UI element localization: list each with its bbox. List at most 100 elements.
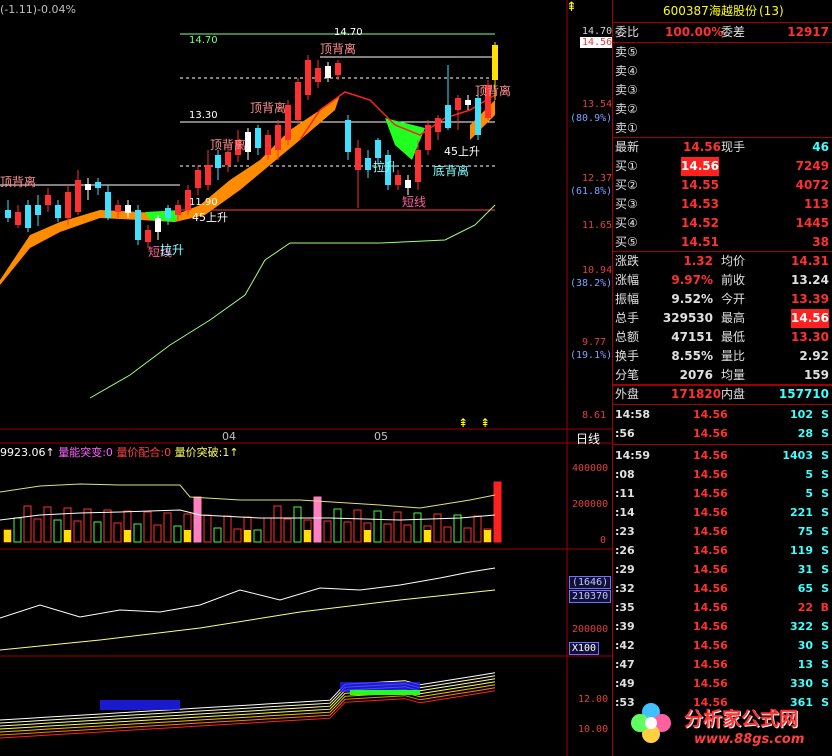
- price-axis-label-current: 14.56: [580, 37, 615, 48]
- sell-level-row[interactable]: 卖③: [613, 81, 832, 100]
- tick-side: S: [821, 658, 829, 671]
- stock-title: 600387 海越股份 (13): [613, 2, 832, 21]
- sell-level-row[interactable]: 卖①: [613, 119, 832, 138]
- candlestick-chart[interactable]: [0, 0, 612, 756]
- tick-volume: 31: [797, 563, 813, 576]
- signal-label: 顶背离: [320, 42, 357, 56]
- candle-body: [492, 45, 498, 80]
- buy-level-row[interactable]: 买④ 14.52 1445: [613, 214, 832, 233]
- tick-volume: 322: [790, 620, 813, 633]
- volume-bar: [23, 505, 32, 543]
- volume-bar-mark: [484, 530, 491, 542]
- tick-row[interactable]: :29 14.56 31 S: [613, 560, 832, 579]
- volume-bar: [473, 515, 482, 543]
- chart-area[interactable]: (-1.11)-0.04% ⇞ 14.70 14.70 13.30 11.90 …: [0, 0, 615, 756]
- volume-bar: [443, 526, 452, 543]
- level-label: 13.30: [189, 110, 218, 121]
- volume-bar-mark: [244, 530, 251, 542]
- tick-side: S: [821, 468, 829, 481]
- candle-body: [75, 180, 81, 212]
- tick-volume: 1403: [782, 449, 813, 462]
- sell-level-row[interactable]: 卖②: [613, 100, 832, 119]
- tick-time: :35: [615, 601, 635, 614]
- price-axis-label: 10.94: [582, 265, 613, 276]
- candle-body: [395, 175, 401, 185]
- tick-time: :11: [615, 487, 635, 500]
- tick-time: :32: [615, 582, 635, 595]
- tick-row[interactable]: :56 14.56 28 S: [613, 424, 832, 443]
- stat-row: 总额 47151 最低 13.30: [613, 328, 832, 347]
- tick-row[interactable]: :49 14.56 330 S: [613, 674, 832, 693]
- sell-level-label: 卖③: [615, 83, 638, 97]
- tick-side: S: [821, 525, 829, 538]
- tick-row[interactable]: :14 14.56 221 S: [613, 503, 832, 522]
- buy-level-row[interactable]: 买② 14.55 4072: [613, 176, 832, 195]
- obv-line: [0, 567, 496, 619]
- sell-level-label: 卖②: [615, 102, 638, 116]
- buy-level-volume: 1445: [795, 216, 829, 230]
- tick-time: :47: [615, 658, 635, 671]
- volume-bar-mark: [4, 530, 11, 542]
- buy-level-row[interactable]: 买③ 14.53 113: [613, 195, 832, 214]
- stat-label: 涨幅: [615, 273, 640, 287]
- volume-bar: [493, 481, 502, 543]
- tick-time: :14: [615, 506, 635, 519]
- sell-level-row[interactable]: 卖④: [613, 62, 832, 81]
- tick-side: S: [821, 544, 829, 557]
- watermark-title: 分析家公式网: [684, 708, 799, 730]
- candle-body: [175, 205, 181, 215]
- candle-body: [275, 125, 281, 150]
- signal-label: 45上升: [444, 145, 480, 158]
- tick-volume: 75: [797, 525, 813, 538]
- weibi-row: 委比 100.00% 委差 12917: [613, 23, 832, 42]
- tick-row[interactable]: :08 14.56 5 S: [613, 465, 832, 484]
- neipan-value: 157710: [778, 387, 829, 401]
- tick-row[interactable]: :39 14.56 322 S: [613, 617, 832, 636]
- volume-header-item: 量价配合:0: [116, 446, 172, 459]
- obv-ma-line: [0, 589, 496, 651]
- price-axis-label: (19.1%): [570, 350, 613, 361]
- tick-row[interactable]: :23 14.56 75 S: [613, 522, 832, 541]
- tick-row[interactable]: :11 14.56 5 S: [613, 484, 832, 503]
- period-button[interactable]: 日线: [576, 430, 600, 447]
- tick-row[interactable]: :32 14.56 65 S: [613, 579, 832, 598]
- tick-row[interactable]: 14:59 14.56 1403 S: [613, 446, 832, 465]
- tick-row[interactable]: :42 14.56 30 S: [613, 636, 832, 655]
- stat-label: 分笔: [615, 368, 640, 382]
- volume-bar-mark: [364, 530, 371, 542]
- obv-axis-label: X100: [569, 642, 600, 655]
- tick-row[interactable]: :35 14.56 22 B: [613, 598, 832, 617]
- flower-icon: [631, 703, 671, 743]
- buy-level-row[interactable]: 买① 14.56 7249: [613, 157, 832, 176]
- date-label: 05: [374, 430, 388, 443]
- tick-row[interactable]: 14:58 14.56 102 S: [613, 405, 832, 424]
- tick-time: :08: [615, 468, 635, 481]
- buy-level-row[interactable]: 买⑤ 14.51 38: [613, 233, 832, 252]
- sell-level-row[interactable]: 卖⑤: [613, 43, 832, 62]
- volume-axis-label: 200000: [572, 499, 609, 510]
- candle-body: [435, 118, 441, 132]
- latest-value: 14.56: [683, 140, 721, 154]
- tick-row[interactable]: :47 14.56 13 S: [613, 655, 832, 674]
- volume-header-value: 9923.06↑: [0, 446, 55, 459]
- candle-body: [95, 182, 101, 188]
- bell-icon[interactable]: ⇞: [566, 0, 577, 15]
- stat-label: 总额: [615, 330, 640, 344]
- obv-axis-label: 210370: [569, 590, 612, 603]
- tick-side: S: [821, 449, 829, 462]
- candle-body: [455, 98, 461, 110]
- tick-side: S: [821, 427, 829, 440]
- signal-label: 底背离: [433, 164, 470, 178]
- tick-price: 14.56: [693, 468, 728, 481]
- candle-body: [425, 125, 431, 150]
- ma-band-fill: [100, 700, 180, 710]
- volume-bar: [273, 505, 282, 543]
- stat-label: 换手: [615, 349, 640, 363]
- tick-row[interactable]: :26 14.56 119 S: [613, 541, 832, 560]
- sell-level-label: 卖①: [615, 121, 638, 135]
- stat-value: 9.97%: [671, 273, 713, 287]
- volume-bar: [293, 506, 302, 543]
- buy-level-label: 买③: [615, 197, 638, 211]
- volume-bar: [13, 517, 22, 543]
- ma-band: [0, 672, 496, 739]
